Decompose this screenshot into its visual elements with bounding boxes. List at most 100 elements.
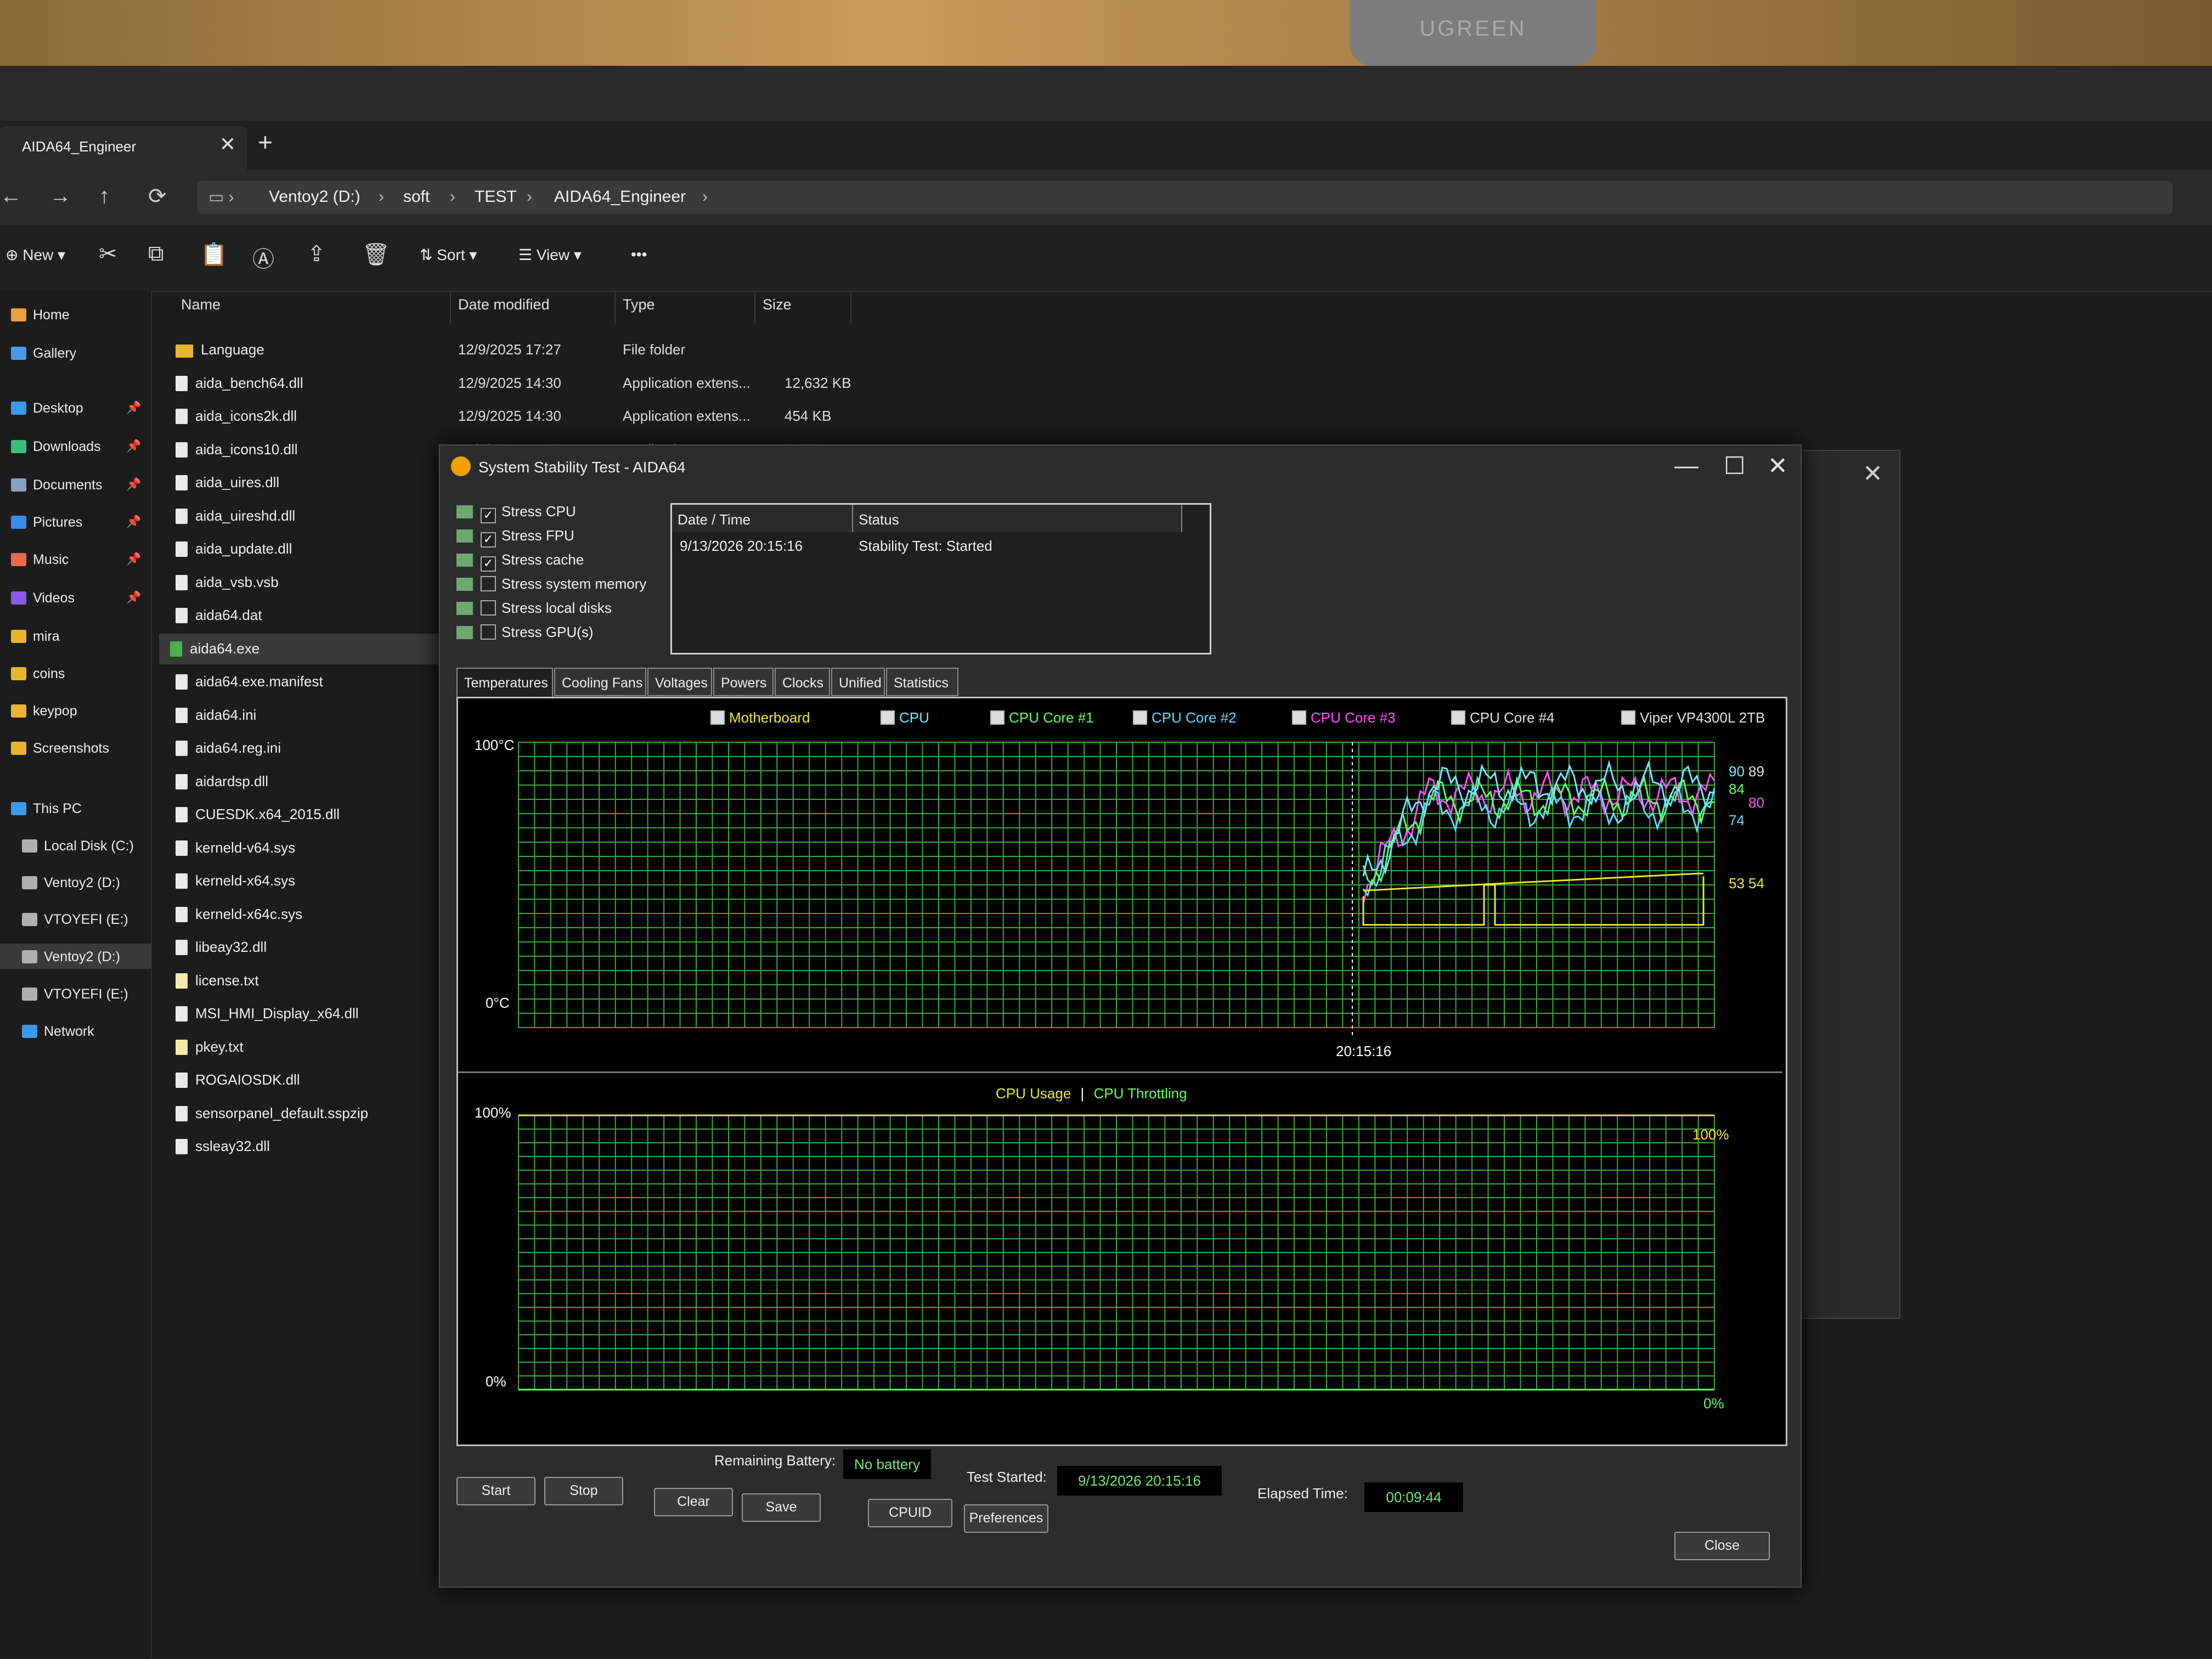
sidebar-item[interactable]: Ventoy2 (D:)	[22, 949, 120, 965]
sidebar-item[interactable]: Screenshots	[11, 741, 109, 757]
back-icon[interactable]: ←	[0, 184, 22, 208]
legend-item[interactable]: CPU Core #4	[1451, 709, 1555, 726]
legend-item[interactable]: CPU Core #2	[1133, 709, 1237, 726]
sidebar-item[interactable]: This PC	[11, 801, 82, 817]
legend-checkbox[interactable]	[710, 710, 725, 725]
sidebar-item[interactable]: Gallery	[11, 346, 76, 362]
sidebar-item[interactable]: Network	[22, 1024, 94, 1040]
pin-icon[interactable]: 📌	[126, 439, 141, 453]
sidebar-item[interactable]: Music	[11, 552, 69, 568]
pin-icon[interactable]: 📌	[126, 590, 141, 605]
clear-button[interactable]: Clear	[654, 1488, 733, 1516]
checkbox[interactable]: ✓	[481, 556, 496, 572]
new-tab-button[interactable]: +	[258, 127, 273, 157]
sidebar-item[interactable]: Home	[11, 307, 70, 323]
tab-voltages[interactable]: Voltages	[647, 668, 712, 696]
sidebar-item[interactable]: Pictures	[11, 515, 82, 531]
delete-icon[interactable]: 🗑	[362, 241, 390, 267]
tab-unified[interactable]: Unified	[831, 668, 885, 696]
breadcrumb-item[interactable]: soft	[403, 188, 430, 206]
legend-item[interactable]: CPU Core #1	[990, 709, 1094, 726]
column-header-size[interactable]: Size	[763, 296, 792, 313]
pin-icon[interactable]: 📌	[126, 477, 141, 492]
sidebar-item[interactable]: VTOYEFI (E:)	[22, 912, 128, 928]
sidebar-item[interactable]: keypop	[11, 703, 77, 719]
sidebar-item[interactable]: Local Disk (C:)	[22, 838, 134, 854]
legend-checkbox[interactable]	[1133, 710, 1147, 725]
start-button[interactable]: Start	[456, 1477, 535, 1505]
pin-icon[interactable]: 📌	[126, 515, 141, 529]
view-button[interactable]: ☰ View ▾	[518, 246, 582, 264]
legend-checkbox[interactable]	[1451, 710, 1465, 725]
legend-item[interactable]: Motherboard	[710, 709, 810, 726]
cut-icon[interactable]: ✂	[99, 241, 117, 267]
column-header-type[interactable]: Type	[623, 296, 655, 313]
legend-item[interactable]: Viper VP4300L 2TB	[1621, 709, 1765, 726]
stress-option[interactable]: ✓ Stress FPU	[456, 527, 574, 548]
save-button[interactable]: Save	[742, 1493, 821, 1522]
tab-cooling-fans[interactable]: Cooling Fans	[554, 668, 646, 696]
column-separator[interactable]	[850, 291, 851, 324]
forward-icon[interactable]: →	[49, 184, 71, 208]
pin-icon[interactable]: 📌	[126, 400, 141, 415]
window-titlebar[interactable]: System Stability Test - AIDA64 — ☐ ✕	[440, 445, 1801, 489]
legend-checkbox[interactable]	[1292, 710, 1306, 725]
sort-button[interactable]: ⇅ Sort ▾	[420, 246, 477, 264]
checkbox[interactable]: ✓	[481, 508, 496, 523]
cpuid-button[interactable]: CPUID	[868, 1499, 952, 1527]
copy-icon[interactable]: ⧉	[148, 241, 164, 266]
up-icon[interactable]: ↑	[99, 184, 110, 208]
sidebar-item[interactable]: coins	[11, 666, 65, 682]
tab-clocks[interactable]: Clocks	[775, 668, 830, 696]
maximize-button[interactable]: ☐	[1724, 452, 1745, 480]
close-button[interactable]: ✕	[1768, 452, 1788, 480]
column-separator[interactable]	[450, 291, 451, 324]
share-icon[interactable]: ⇪	[307, 241, 326, 267]
sidebar-item[interactable]: VTOYEFI (E:)	[22, 986, 128, 1002]
checkbox[interactable]	[481, 576, 496, 591]
stress-option[interactable]: Stress local disks	[456, 600, 612, 617]
log-header-datetime[interactable]: Date / Time	[672, 505, 853, 532]
checkbox[interactable]	[481, 624, 496, 640]
stress-option[interactable]: Stress system memory	[456, 575, 646, 592]
breadcrumb-item[interactable]: Ventoy2 (D:)	[269, 188, 360, 206]
legend-checkbox[interactable]	[881, 710, 895, 725]
column-separator[interactable]	[614, 291, 616, 324]
stop-button[interactable]: Stop	[544, 1477, 623, 1505]
pin-icon[interactable]: 📌	[126, 552, 141, 566]
tab-statistics[interactable]: Statistics	[886, 668, 958, 696]
stress-option[interactable]: ✓ Stress cache	[456, 551, 584, 572]
stress-option[interactable]: Stress GPU(s)	[456, 624, 594, 641]
column-separator[interactable]	[754, 291, 755, 324]
legend-checkbox[interactable]	[990, 710, 1005, 725]
minimize-button[interactable]: —	[1674, 452, 1699, 479]
tab-temperatures[interactable]: Temperatures	[456, 668, 553, 698]
checkbox[interactable]: ✓	[481, 532, 496, 548]
paste-icon[interactable]: 📋	[200, 241, 228, 267]
more-button[interactable]: •••	[631, 246, 647, 263]
legend-item[interactable]: CPU Core #3	[1292, 709, 1396, 726]
close-dialog-button[interactable]: Close	[1674, 1532, 1770, 1560]
column-header-name[interactable]: Name	[181, 296, 221, 313]
explorer-tab[interactable]: AIDA64_Engineer ✕	[0, 126, 247, 170]
checkbox[interactable]	[481, 600, 496, 616]
new-button[interactable]: ⊕ New ▾	[5, 246, 65, 264]
breadcrumb-item[interactable]: AIDA64_Engineer	[554, 188, 686, 206]
sidebar-item[interactable]: Desktop	[11, 400, 83, 416]
list-item[interactable]: aida64.exe	[159, 633, 455, 664]
close-icon[interactable]: ✕	[219, 133, 236, 156]
close-icon[interactable]: ✕	[1863, 460, 1883, 488]
column-header-date[interactable]: Date modified	[458, 296, 550, 313]
preferences-button[interactable]: Preferences	[964, 1504, 1048, 1533]
breadcrumb[interactable]: ▭ › Ventoy2 (D:) › soft › TEST › AIDA64_…	[198, 181, 2172, 214]
breadcrumb-item[interactable]: TEST	[475, 188, 517, 206]
log-header-status[interactable]: Status	[853, 505, 1182, 532]
sidebar-item[interactable]: Videos	[11, 590, 75, 606]
stress-option[interactable]: ✓ Stress CPU	[456, 503, 576, 523]
legend-checkbox[interactable]	[1621, 710, 1635, 725]
rename-icon[interactable]: Ⓐ	[252, 241, 274, 273]
sidebar-item[interactable]: Downloads	[11, 439, 101, 455]
sidebar-item[interactable]: Documents	[11, 477, 102, 493]
tab-powers[interactable]: Powers	[713, 668, 774, 696]
legend-item[interactable]: CPU	[881, 709, 929, 726]
